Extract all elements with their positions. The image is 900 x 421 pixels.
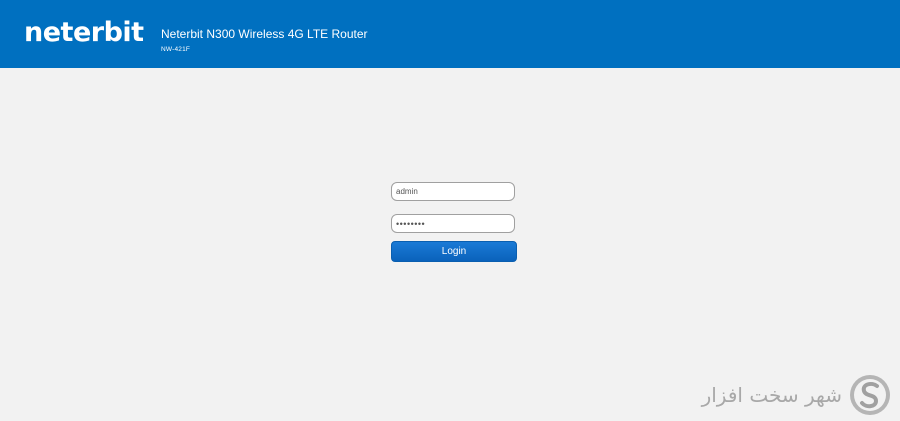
login-button[interactable]: Login xyxy=(391,241,517,262)
watermark: شهر سخت افزار xyxy=(702,373,892,417)
username-input[interactable] xyxy=(391,182,515,201)
model-number: NW-421F xyxy=(161,46,191,53)
product-title: Neterbit N300 Wireless 4G LTE Router xyxy=(161,27,368,41)
neterbit-logo: neterbit xyxy=(24,17,144,48)
header-bar: neterbit Neterbit N300 Wireless 4G LTE R… xyxy=(0,0,900,68)
password-input[interactable] xyxy=(391,214,515,233)
watermark-text: شهر سخت افزار xyxy=(701,383,842,407)
s-logo-icon xyxy=(850,375,890,415)
